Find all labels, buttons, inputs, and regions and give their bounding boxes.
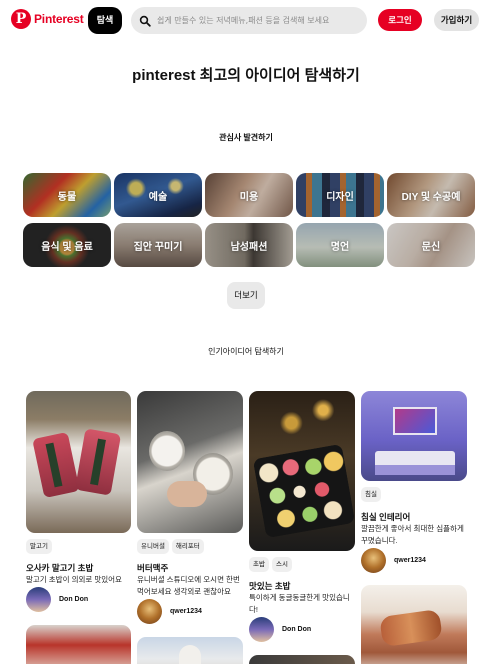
- pin-description: 유니버셜 스튜디오에 오시면 한번 먹어보세요 생각외로 괜찮아요: [137, 575, 240, 596]
- pin-author[interactable]: qwer1234: [361, 548, 426, 573]
- author-name: Don Don: [59, 596, 89, 603]
- pin-tag[interactable]: 초밥: [249, 557, 269, 572]
- pin-tags: 침실: [361, 487, 381, 502]
- pin-description: 깔끔한게 좋아서 최대한 심플하게 꾸몄습니다.: [361, 524, 464, 545]
- pin-author[interactable]: Don Don: [249, 617, 311, 642]
- pin-description: 특이하게 동글동글한게 맛있습니다!: [249, 593, 350, 614]
- avatar: [361, 548, 386, 573]
- pin-description: 말고기 초밥이 의외로 맛있어요: [26, 575, 122, 584]
- pin-tag[interactable]: 해리포터: [171, 539, 204, 554]
- pin-tag[interactable]: 유니버셜: [137, 539, 169, 554]
- avatar: [26, 587, 51, 612]
- pin-image[interactable]: [361, 585, 467, 664]
- pin-tags: 유니버셜 해리포터: [137, 539, 204, 554]
- pin-title: 오사카 말고기 초밥: [26, 563, 94, 573]
- pin-image[interactable]: [137, 637, 243, 664]
- pin-author[interactable]: qwer1234: [137, 599, 202, 624]
- pin-image[interactable]: [249, 391, 355, 551]
- pin-tag[interactable]: 말고기: [26, 539, 52, 554]
- author-name: qwer1234: [170, 608, 202, 615]
- pin-image[interactable]: [26, 625, 131, 664]
- author-name: Don Don: [282, 626, 312, 633]
- pin-image[interactable]: [137, 391, 243, 533]
- avatar: [249, 617, 274, 642]
- pin-tag[interactable]: 스시: [271, 557, 292, 572]
- author-name: qwer1234: [394, 557, 426, 564]
- pin-title: 버터맥주: [137, 563, 169, 573]
- pin-image[interactable]: [249, 655, 355, 664]
- pin-title: 침실 인테리어: [361, 512, 411, 522]
- pin-image[interactable]: [361, 391, 467, 481]
- pin-author[interactable]: Don Don: [26, 587, 88, 612]
- pin-tags: 초밥 스시: [249, 557, 292, 572]
- avatar: [137, 599, 162, 624]
- pin-tag[interactable]: 침실: [361, 487, 381, 502]
- pin-title: 맛있는 초밥: [249, 581, 291, 591]
- pin-tags: 말고기: [26, 539, 52, 554]
- pin-grid: 말고기 오사카 말고기 초밥 말고기 초밥이 의외로 맛있어요 Don Don …: [0, 0, 492, 664]
- pin-image[interactable]: [26, 391, 131, 533]
